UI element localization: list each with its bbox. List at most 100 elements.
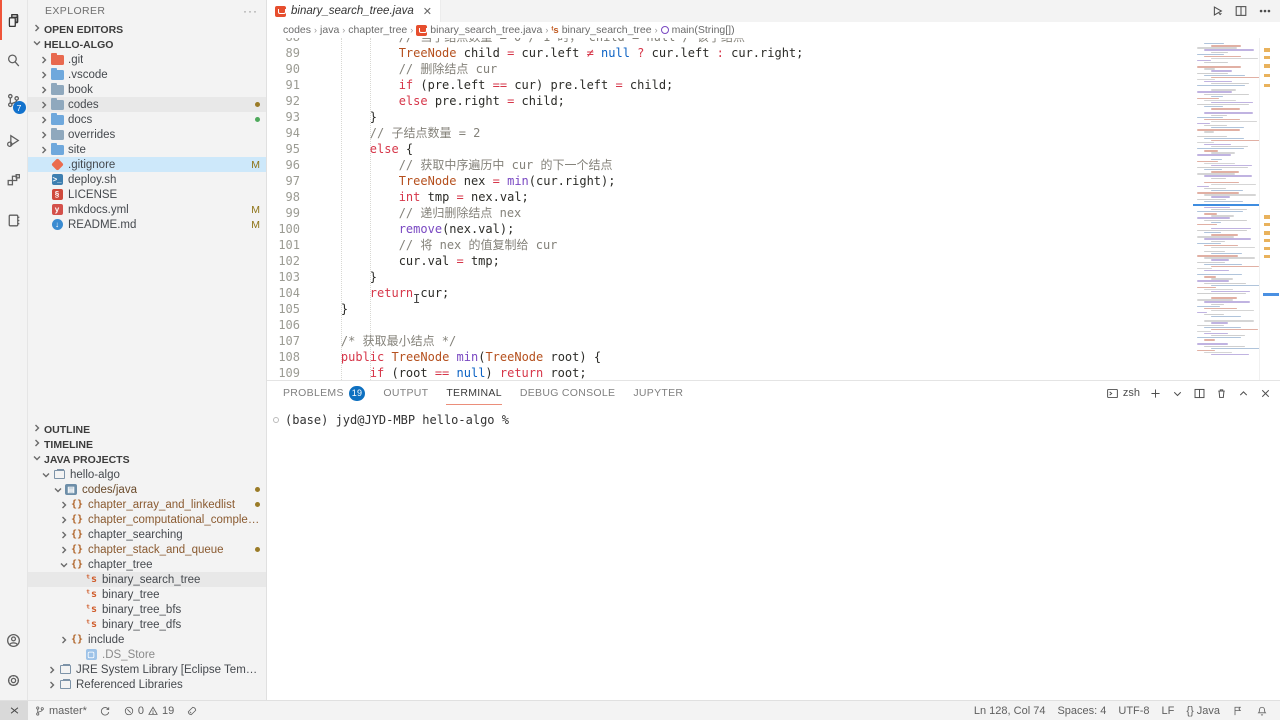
jp-row-include[interactable]: {} include	[28, 632, 266, 647]
jp-row-ds-store[interactable]: ▢ .DS_Store	[28, 647, 266, 662]
chevron-right-icon	[58, 500, 70, 510]
breadcrumb-file[interactable]: binary_search_tree.java	[416, 24, 542, 36]
code-editor[interactable]: 88 // 当子结点数量 = 0 / 1 时， child = null / 该…	[267, 38, 1193, 380]
sync-status-item[interactable]	[93, 701, 117, 720]
java-status-item[interactable]	[1226, 701, 1250, 720]
extension-status-item[interactable]	[180, 701, 204, 720]
tab-problems[interactable]: PROBLEMS 19	[283, 381, 365, 405]
run-debug-icon	[5, 132, 22, 149]
explorer-activity-button[interactable]	[0, 0, 28, 40]
breadcrumb-codes[interactable]: codes	[283, 24, 311, 36]
chevron-right-icon	[38, 55, 50, 65]
file-row-license[interactable]: § LICENSE	[28, 187, 266, 202]
tab-jupyter[interactable]: JUPYTER	[633, 381, 683, 405]
file-row-codes[interactable]: codes	[28, 97, 266, 112]
explorer-more-actions[interactable]: ···	[243, 4, 258, 18]
run-debug-activity-button[interactable]	[0, 120, 28, 160]
file-row-vscode[interactable]: .vscode	[28, 67, 266, 82]
split-terminal-button[interactable]	[1193, 387, 1206, 400]
cursor-position-item[interactable]: Ln 128, Col 74	[968, 701, 1052, 720]
vscode-window: 7 EXPLORER ···	[0, 0, 1280, 720]
more-actions-button[interactable]	[1258, 4, 1272, 18]
file-row-readme-md[interactable]: ↓ README.md M	[28, 217, 266, 232]
terminal-shell-picker[interactable]: zsh	[1106, 387, 1140, 400]
branch-status-item[interactable]: master*	[28, 701, 93, 720]
jp-row-jre[interactable]: JRE System Library [Eclipse Temurin 17 […	[28, 662, 266, 677]
breadcrumb-class[interactable]: ᵗsbinary_search_tree	[551, 24, 651, 36]
source-control-activity-button[interactable]: 7	[0, 80, 28, 120]
eol-item[interactable]: LF	[1156, 701, 1181, 720]
warning-marker	[1264, 223, 1270, 226]
jp-row-binary-search-tree[interactable]: ᵗs binary_search_tree	[28, 572, 266, 587]
activity-bar: 7	[0, 0, 28, 700]
breadcrumb-separator: ›	[314, 25, 317, 35]
timeline-section[interactable]: TIMELINE	[28, 437, 266, 452]
rocket-icon	[186, 705, 198, 717]
warning-marker	[1264, 74, 1270, 77]
extensions-activity-button[interactable]	[0, 160, 28, 200]
new-terminal-button[interactable]	[1149, 387, 1162, 400]
file-row-site[interactable]: site	[28, 142, 266, 157]
close-panel-button[interactable]	[1259, 387, 1272, 400]
open-editors-section[interactable]: OPEN EDITORS	[28, 22, 266, 37]
minimap[interactable]	[1193, 38, 1259, 380]
workspace-root-section[interactable]: HELLO-ALGO	[28, 37, 266, 52]
chevron-down-icon	[40, 470, 52, 480]
notifications-item[interactable]	[1250, 701, 1274, 720]
jp-row-binary-tree[interactable]: ᵗs binary_tree	[28, 587, 266, 602]
tab-output[interactable]: OUTPUT	[383, 381, 428, 405]
file-row-deploy-sh[interactable]: >_ deploy.sh	[28, 172, 266, 187]
breadcrumb-chapter-tree[interactable]: chapter_tree	[348, 24, 407, 36]
jp-row-chapter-tree[interactable]: {} chapter_tree	[28, 557, 266, 572]
language-mode-item[interactable]: {}Java	[1180, 701, 1226, 720]
package-icon: {}	[70, 559, 84, 571]
file-row-docs[interactable]: docs	[28, 112, 266, 127]
settings-button[interactable]	[0, 660, 28, 700]
kill-terminal-button[interactable]	[1215, 387, 1228, 400]
breadcrumb-method[interactable]: main(String[])	[661, 24, 735, 36]
jp-row-binary-tree-bfs[interactable]: ᵗs binary_tree_bfs	[28, 602, 266, 617]
file-row-gitignore[interactable]: .gitignore M	[28, 157, 266, 172]
jp-row-chapter-computational[interactable]: {} chapter_computational_complexity	[28, 512, 266, 527]
chevron-down-icon	[58, 560, 70, 570]
tab-binary-search-tree-java[interactable]: binary_search_tree.java ✕	[267, 0, 441, 22]
problems-status-item[interactable]: 0 19	[117, 701, 180, 720]
jp-row-codes-java[interactable]: ▤ codes/java	[28, 482, 266, 497]
split-editor-button[interactable]	[1234, 4, 1248, 18]
maximize-panel-button[interactable]	[1237, 387, 1250, 400]
file-row-overrides[interactable]: overrides	[28, 127, 266, 142]
class-icon: ᵗs	[84, 574, 98, 586]
jp-row-chapter-searching[interactable]: {} chapter_searching	[28, 527, 266, 542]
notebook-activity-button[interactable]	[0, 200, 28, 240]
file-icon: ▢	[84, 649, 98, 661]
indentation-item[interactable]: Spaces: 4	[1051, 701, 1112, 720]
breadcrumb-java[interactable]: java	[320, 24, 339, 36]
terminal[interactable]: (base) jyd@JYD-MBP hello-algo %	[267, 405, 1280, 700]
file-row-book[interactable]: book	[28, 82, 266, 97]
breadcrumb-separator: ›	[342, 25, 345, 35]
jp-row-hello-algo[interactable]: hello-algo	[28, 467, 266, 482]
sidebar-explorer: EXPLORER ··· OPEN EDITORS HELLO-ALGO .gi…	[28, 0, 267, 700]
remote-indicator[interactable]	[0, 701, 28, 720]
run-button[interactable]	[1210, 4, 1224, 18]
java-projects-section[interactable]: JAVA PROJECTS	[28, 452, 266, 467]
terminal-dropdown-chevron[interactable]	[1171, 387, 1184, 400]
jp-row-chapter-array[interactable]: {} chapter_array_and_linkedlist	[28, 497, 266, 512]
jp-row-chapter-stack[interactable]: {} chapter_stack_and_queue	[28, 542, 266, 557]
account-button[interactable]	[0, 620, 28, 660]
file-row-git[interactable]: .git	[28, 52, 266, 67]
overview-ruler[interactable]	[1259, 38, 1280, 380]
tab-debug-console[interactable]: DEBUG CONSOLE	[520, 381, 616, 405]
jp-row-referenced-libraries[interactable]: Referenced Libraries	[28, 677, 266, 692]
breadcrumb-separator: ›	[655, 25, 658, 35]
search-activity-button[interactable]	[0, 40, 28, 80]
jp-row-binary-tree-dfs[interactable]: ᵗs binary_tree_dfs	[28, 617, 266, 632]
encoding-item[interactable]: UTF-8	[1112, 701, 1155, 720]
outline-section[interactable]: OUTLINE	[28, 422, 266, 437]
folder-icon	[50, 84, 64, 96]
panel-tabs: PROBLEMS 19 OUTPUT TERMINAL DEBUG CONSOL…	[267, 381, 1280, 405]
tab-terminal[interactable]: TERMINAL	[446, 381, 502, 405]
file-row-mkdocs-yml[interactable]: y mkdocs.yml M	[28, 202, 266, 217]
package-icon: {}	[70, 634, 84, 646]
close-tab-icon[interactable]: ✕	[423, 5, 432, 18]
